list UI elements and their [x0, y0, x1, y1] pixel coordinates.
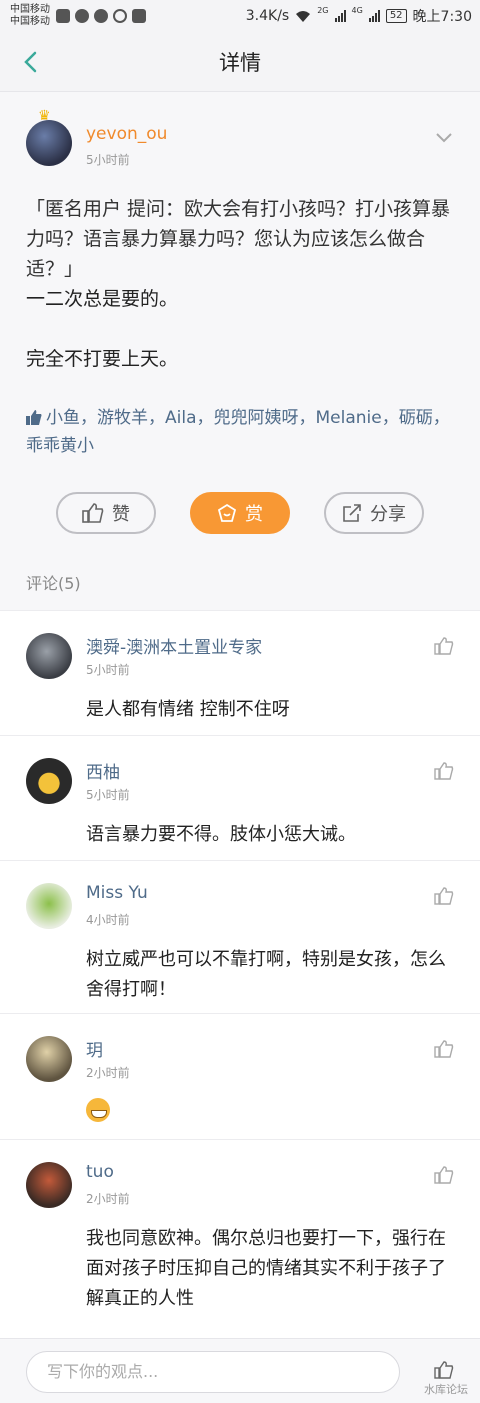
circle-notification-icon — [113, 9, 127, 23]
like-label: 赞 — [112, 504, 130, 525]
commenter-name[interactable]: 西柚 — [86, 758, 120, 783]
share-button[interactable]: 分享 — [324, 492, 424, 534]
comment-item: Miss Yu 4小时前 树立威严也可以不靠打啊，特别是女孩，怎么舍得打啊！ — [0, 860, 480, 1013]
commenter-avatar[interactable] — [26, 1036, 72, 1082]
post-question: 「匿名用户 提问：欧大会有打小孩吗？打小孩算暴力吗？语言暴力算暴力吗？您认为应该… — [26, 198, 451, 280]
comment-time: 2小时前 — [86, 1066, 130, 1080]
commenter-avatar[interactable] — [26, 883, 72, 929]
comment-item: 澳舜-澳洲本土置业专家 5小时前 是人都有情绪 控制不住呀 — [0, 610, 480, 735]
status-bar: 中国移动 中国移动 3.4K/s 2G 4G 52 晚上7:30 — [0, 0, 480, 32]
comment-text — [86, 1098, 454, 1132]
thumbs-up-icon[interactable] — [434, 1166, 454, 1184]
post-body-line-1: 一二次总是要的。 — [26, 288, 179, 310]
comment-item: tuo 2小时前 我也同意欧神。偶尔总归也要打一下，强行在面对孩子时压抑自己的情… — [0, 1139, 480, 1329]
thumbs-up-icon — [82, 503, 104, 523]
signal-2-icon — [368, 10, 380, 22]
reward-button[interactable]: 赏 — [190, 492, 290, 534]
comments-title: 评论(5) — [26, 574, 81, 593]
signal-1-icon — [334, 10, 346, 22]
comment-item: 玥 2小时前 — [0, 1013, 480, 1139]
chat-notification-icon — [75, 9, 89, 23]
battery-icon: 52 — [385, 9, 407, 23]
thumbs-up-icon[interactable] — [434, 887, 454, 905]
comment-text: 树立威严也可以不靠打啊，特别是女孩，怎么舍得打啊！ — [86, 949, 446, 1000]
commenter-avatar[interactable] — [26, 1162, 72, 1208]
grin-emoji-icon — [86, 1098, 110, 1122]
comment-text: 语言暴力要不得。肢体小惩大诫。 — [86, 824, 356, 845]
comment-input-bar: 写下你的观点... 水库论坛 — [0, 1338, 480, 1403]
back-arrow-icon[interactable] — [18, 48, 46, 76]
signal-4g-label: 4G — [351, 6, 363, 15]
likers-names: 小鱼，游牧羊，Aila，兜兜阿姨呀，Melanie，砺砺，乖乖黄小 — [26, 408, 450, 456]
commenter-avatar[interactable] — [26, 758, 72, 804]
comment-input[interactable]: 写下你的观点... — [26, 1351, 400, 1393]
commenter-name[interactable]: tuo — [86, 1162, 114, 1182]
commenter-name[interactable]: Miss Yu — [86, 883, 148, 903]
signal-2g-label: 2G — [317, 6, 329, 15]
comment-item: 西柚 5小时前 语言暴力要不得。肢体小惩大诫。 — [0, 735, 480, 860]
thumbs-up-icon[interactable] — [434, 1040, 454, 1058]
comments-list: 澳舜-澳洲本土置业专家 5小时前 是人都有情绪 控制不住呀 西柚 5小时前 语言… — [0, 610, 480, 1329]
carrier-2: 中国移动 — [10, 16, 50, 27]
page-title: 详情 — [219, 50, 261, 75]
comment-time: 4小时前 — [86, 913, 130, 927]
post: ♛ yevon_ou 5小时前 「匿名用户 提问：欧大会有打小孩吗？打小孩算暴力… — [0, 92, 480, 610]
share-icon — [343, 504, 361, 522]
comment-text: 我也同意欧神。偶尔总归也要打一下，强行在面对孩子时压抑自己的情绪其实不利于孩子了… — [86, 1228, 446, 1309]
app-notification-icon — [56, 9, 70, 23]
network-speed: 3.4K/s — [245, 8, 290, 24]
comment-text: 是人都有情绪 控制不住呀 — [86, 699, 290, 720]
comment-time: 5小时前 — [86, 663, 130, 677]
notification-icons — [56, 9, 146, 23]
weibo-notification-icon — [94, 9, 108, 23]
commenter-avatar[interactable] — [26, 633, 72, 679]
post-author: ♛ yevon_ou 5小时前 — [26, 92, 454, 178]
commenter-name[interactable]: 玥 — [86, 1036, 103, 1061]
avatar-image — [26, 120, 72, 166]
like-button[interactable]: 赞 — [56, 492, 156, 534]
thumbs-up-icon[interactable] — [434, 637, 454, 655]
comment-time: 2小时前 — [86, 1192, 130, 1206]
post-actions: 赞 赏 分享 — [26, 460, 454, 560]
chevron-down-icon[interactable] — [434, 132, 454, 144]
carrier-1: 中国移动 — [10, 4, 50, 15]
share-label: 分享 — [370, 504, 406, 525]
likers-list[interactable]: 小鱼，游牧羊，Aila，兜兜阿姨呀，Melanie，砺砺，乖乖黄小 — [26, 404, 454, 460]
wifi-icon — [296, 10, 311, 22]
crown-icon: ♛ — [38, 108, 51, 124]
thumbs-up-icon[interactable] — [434, 762, 454, 780]
reward-icon — [217, 503, 237, 522]
clock: 晚上7:30 — [412, 9, 472, 25]
huawei-notification-icon — [132, 9, 146, 23]
post-body-line-2: 完全不打要上天。 — [26, 348, 179, 370]
comment-time: 5小时前 — [86, 788, 130, 802]
thumbs-up-icon — [26, 410, 42, 425]
author-avatar[interactable]: ♛ — [26, 108, 72, 166]
nav-header: 详情 — [0, 32, 480, 92]
reward-label: 赏 — [245, 504, 263, 525]
commenter-name[interactable]: 澳舜-澳洲本土置业专家 — [86, 633, 262, 658]
post-time: 5小时前 — [86, 153, 130, 167]
carrier-info: 中国移动 中国移动 — [10, 4, 50, 28]
thumbs-up-icon[interactable] — [434, 1361, 454, 1379]
author-name[interactable]: yevon_ou — [86, 124, 167, 144]
watermark: 水库论坛 — [424, 1383, 468, 1396]
